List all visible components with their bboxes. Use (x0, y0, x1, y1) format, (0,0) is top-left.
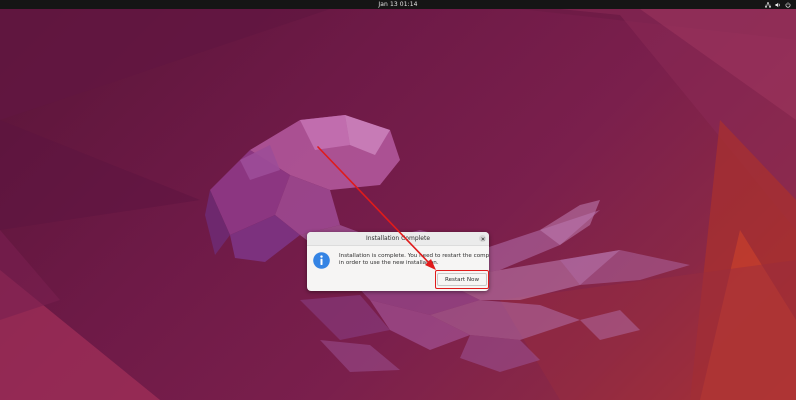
dialog-title: Installation Complete (365, 235, 431, 242)
volume-icon[interactable] (775, 2, 781, 8)
desktop: Jan 13 01:14 Installation Complete Insta… (0, 0, 796, 400)
wallpaper-jellyfish (0, 9, 796, 400)
restart-now-button[interactable]: Restart Now (437, 273, 487, 286)
dialog-message-line-1: Installation is complete. You need to re… (339, 253, 489, 259)
info-icon (313, 252, 330, 269)
dialog-message: Installation is complete. You need to re… (339, 253, 489, 267)
network-icon[interactable] (765, 1, 771, 8)
system-tray[interactable] (765, 0, 791, 9)
dialog-header[interactable]: Installation Complete (307, 232, 489, 246)
close-button[interactable] (479, 235, 486, 242)
dialog-message-line-2: in order to use the new installation. (339, 260, 439, 266)
close-icon (480, 236, 485, 241)
power-icon[interactable] (785, 1, 791, 8)
top-bar: Jan 13 01:14 (0, 0, 796, 9)
clock[interactable]: Jan 13 01:14 (0, 0, 796, 9)
